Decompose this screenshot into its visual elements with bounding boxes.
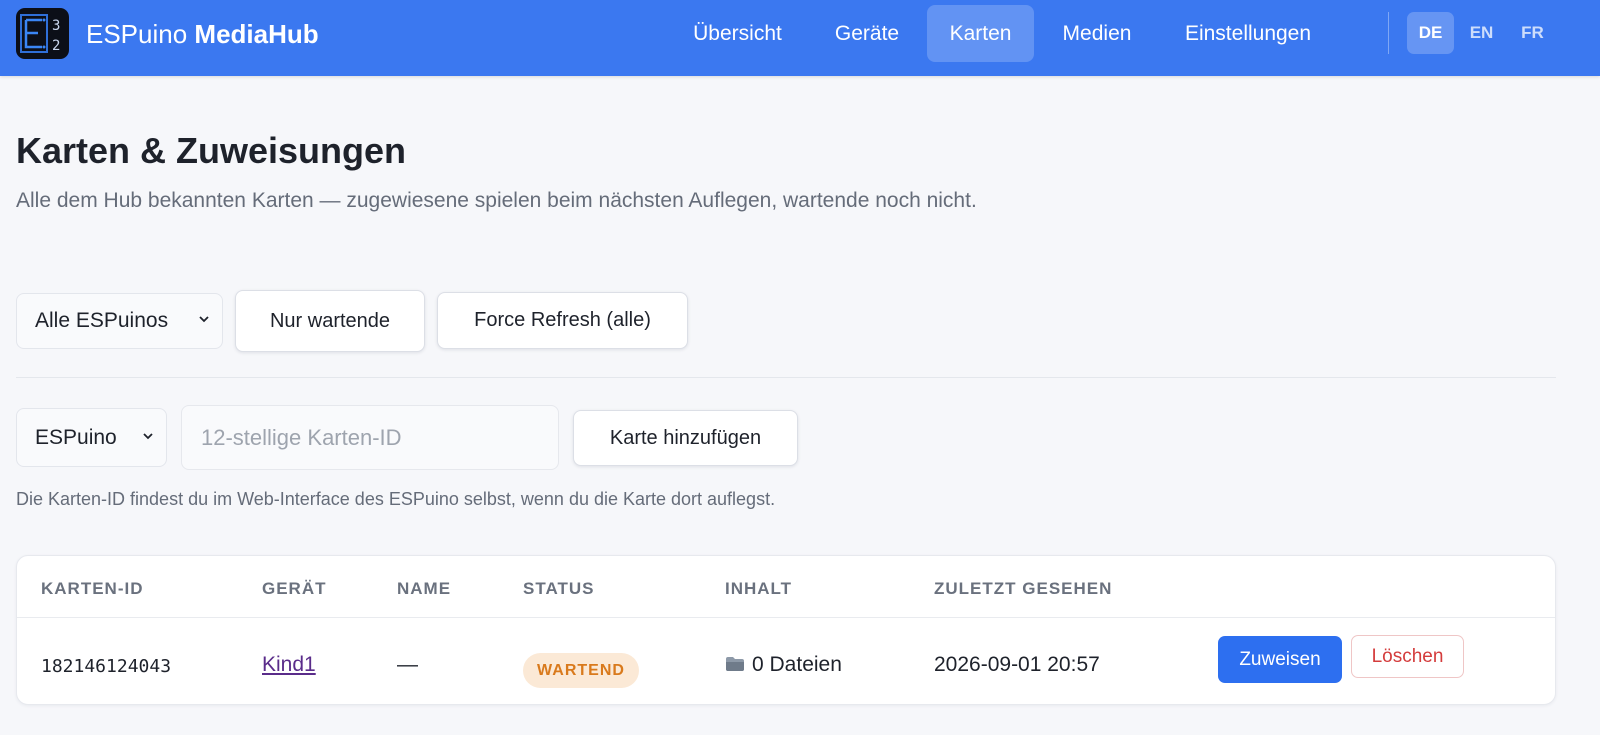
content-count: 0 Dateien bbox=[752, 653, 842, 676]
page-subtitle: Alle dem Hub bekannten Karten — zugewies… bbox=[16, 189, 977, 212]
add-card-device-value: ESPuino bbox=[35, 426, 117, 449]
svg-text:3: 3 bbox=[52, 18, 60, 34]
assign-button[interactable]: Zuweisen bbox=[1218, 636, 1342, 683]
only-pending-button[interactable]: Nur wartende bbox=[235, 290, 425, 352]
add-card-button[interactable]: Karte hinzufügen bbox=[573, 410, 798, 466]
brand-name-part1: ESPuino bbox=[86, 19, 188, 49]
nav-item-karten[interactable]: Karten bbox=[927, 5, 1034, 62]
language-fr-button[interactable]: FR bbox=[1509, 12, 1556, 54]
nav-item-uebersicht[interactable]: Übersicht bbox=[670, 5, 805, 62]
column-header-device: GERÄT bbox=[262, 579, 327, 598]
device-filter-value: Alle ESPuinos bbox=[35, 309, 169, 332]
column-header-content: INHALT bbox=[725, 579, 793, 598]
nav-item-einstellungen[interactable]: Einstellungen bbox=[1162, 5, 1334, 62]
nav-item-medien[interactable]: Medien bbox=[1043, 5, 1151, 62]
language-de-button[interactable]: DE bbox=[1407, 12, 1454, 54]
add-card-device-select[interactable]: ESPuino bbox=[16, 408, 167, 467]
folder-icon bbox=[726, 657, 744, 671]
card-id-cell: 182146124043 bbox=[41, 656, 172, 677]
table-header-divider bbox=[17, 617, 1555, 618]
delete-button[interactable]: Löschen bbox=[1351, 635, 1464, 678]
svg-text:2: 2 bbox=[52, 38, 60, 54]
cards-table: KARTEN-ID GERÄT NAME STATUS INHALT ZULET… bbox=[16, 555, 1556, 705]
section-divider bbox=[16, 377, 1556, 378]
name-cell: — bbox=[397, 653, 418, 676]
nav-divider bbox=[1388, 12, 1389, 54]
status-badge: WARTEND bbox=[523, 653, 639, 688]
force-refresh-button[interactable]: Force Refresh (alle) bbox=[437, 292, 688, 349]
device-filter-select[interactable]: Alle ESPuinos bbox=[16, 293, 223, 349]
nav-item-geraete[interactable]: Geräte bbox=[815, 5, 919, 62]
content-cell: 0 Dateien bbox=[725, 653, 842, 677]
column-header-last-seen: ZULETZT GESEHEN bbox=[934, 579, 1113, 598]
column-header-name: NAME bbox=[397, 579, 452, 598]
last-seen-cell: 2026-09-01 20:57 bbox=[934, 653, 1100, 676]
card-id-input[interactable] bbox=[181, 405, 559, 470]
app-title: ESPuino MediaHub bbox=[86, 19, 319, 49]
chevron-down-icon bbox=[199, 316, 209, 323]
card-id-hint: Die Karten-ID findest du im Web-Interfac… bbox=[16, 489, 776, 509]
chevron-down-icon bbox=[143, 432, 153, 439]
page-title: Karten & Zuweisungen bbox=[16, 130, 407, 171]
column-header-card-id: KARTEN-ID bbox=[41, 579, 144, 598]
top-navigation-bar: 3 2 ESPuino MediaHub Übersicht Geräte Ka… bbox=[0, 0, 1600, 76]
device-link[interactable]: Kind1 bbox=[262, 653, 316, 676]
brand-name-part2: MediaHub bbox=[194, 19, 319, 49]
espuino-logo[interactable]: 3 2 bbox=[16, 8, 69, 59]
column-header-status: STATUS bbox=[523, 579, 595, 598]
language-en-button[interactable]: EN bbox=[1458, 12, 1505, 54]
